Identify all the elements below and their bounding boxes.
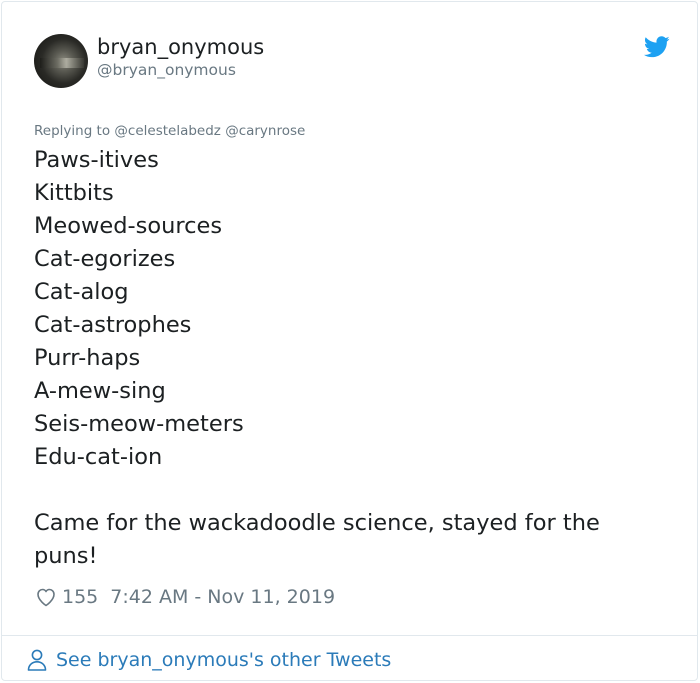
- tweet-line: Purr-haps: [34, 345, 141, 371]
- tweet-line: Kittbits: [34, 180, 114, 206]
- author-handle[interactable]: @bryan_onymous: [97, 60, 236, 80]
- tweet-timestamp[interactable]: 7:42 AM - Nov 11, 2019: [110, 586, 335, 608]
- person-icon: [27, 649, 47, 671]
- replying-to-label: Replying to: [34, 123, 111, 139]
- see-other-tweets-link[interactable]: See bryan_onymous's other Tweets: [26, 646, 391, 674]
- mention-carynrose[interactable]: @carynrose: [225, 123, 305, 139]
- see-other-tweets-label: See bryan_onymous's other Tweets: [56, 649, 392, 671]
- author-display-name[interactable]: bryan_onymous: [97, 34, 264, 60]
- tweet-text: Paws-itives Kittbits Meowed-sources Cat-…: [34, 144, 654, 573]
- tweet-line: Edu-cat-ion: [34, 444, 163, 470]
- tweet-line: A-mew-sing: [34, 378, 166, 404]
- tweet-line: Cat-egorizes: [34, 246, 176, 272]
- avatar[interactable]: [34, 34, 88, 88]
- heart-icon[interactable]: [34, 585, 58, 609]
- tweet-meta: 155 7:42 AM - Nov 11, 2019: [34, 582, 335, 612]
- tweet-line: Paws-itives: [34, 147, 159, 173]
- mention-celestelabedz[interactable]: @celestelabedz: [114, 123, 220, 139]
- avatar-image-detail: [40, 58, 84, 68]
- tweet-line: Seis-meow-meters: [34, 411, 244, 437]
- tweet-line: Cat-astrophes: [34, 312, 192, 338]
- tweet-card: bryan_onymous @bryan_onymous Replying to…: [1, 1, 698, 681]
- tweet-line: Meowed-sources: [34, 213, 223, 239]
- tweet-closing-line: Came for the wackadoodle science, stayed…: [34, 510, 600, 569]
- like-count[interactable]: 155: [62, 586, 98, 608]
- replying-to: Replying to @celestelabedz @carynrose: [34, 122, 305, 140]
- twitter-bird-icon[interactable]: [644, 36, 670, 58]
- tweet-line: Cat-alog: [34, 279, 129, 305]
- footer-divider: [2, 635, 697, 636]
